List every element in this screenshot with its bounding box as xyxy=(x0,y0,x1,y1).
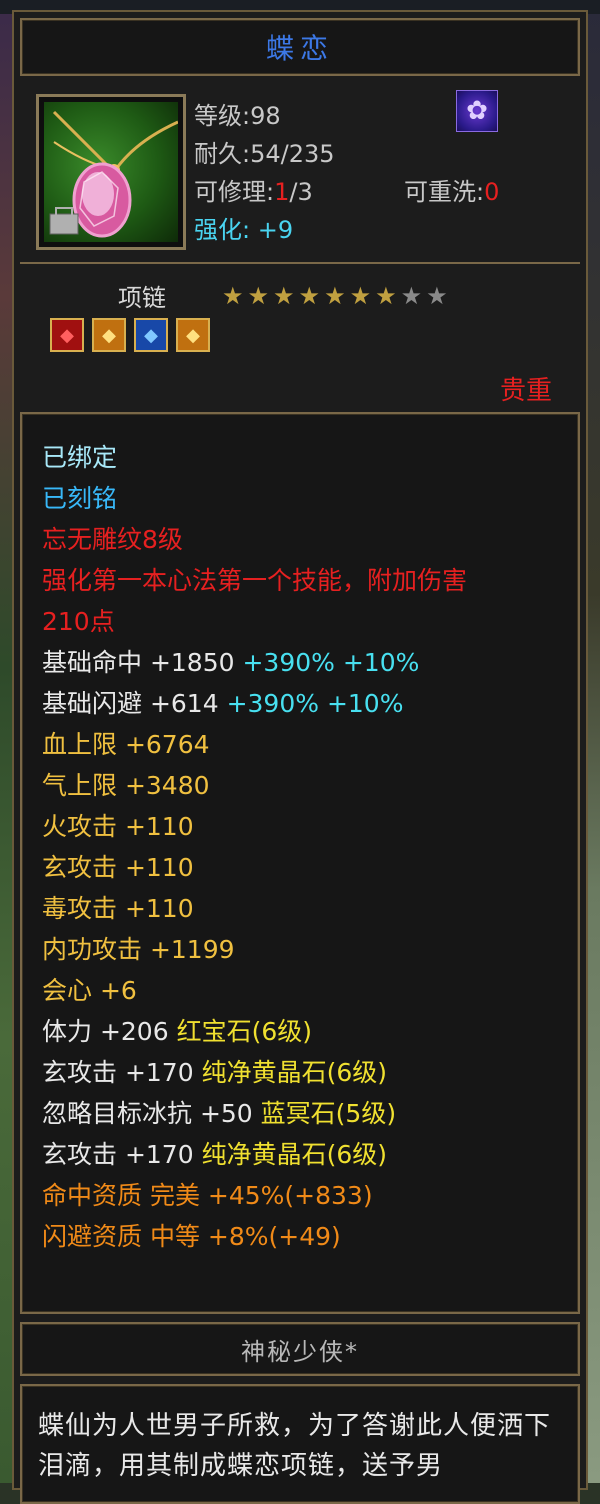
skill-bonus-line-2: 210点 xyxy=(42,607,115,636)
item-repair: 可修理:1/3 xyxy=(194,172,313,207)
gem-stat-3-name: 蓝冥石(5级) xyxy=(260,1099,397,1128)
base-hit-bonus: +390% +10% xyxy=(242,648,420,677)
star-filled-icon: ★ xyxy=(247,282,270,310)
enhance-label: 强化: xyxy=(194,216,258,244)
repair-label: 可修理: xyxy=(194,178,275,206)
star-empty-icon: ★ xyxy=(426,282,448,310)
pattern-level: 忘无雕纹8级 xyxy=(42,525,183,554)
dodge-quality-value: +8%(+49) xyxy=(207,1222,341,1251)
gem-stat-2-name: 纯净黄晶石(6级) xyxy=(201,1058,387,1087)
item-durability: 耐久:54/235 xyxy=(194,140,335,168)
attributes-panel: 已绑定 已刻铭 忘无雕纹8级 强化第一本心法第一个技能，附加伤害 210点 基础… xyxy=(20,412,580,1314)
item-tooltip: 蝶恋 等级:98 耐久:54/235 可修理:1/3 可重洗:0 强化: +9 … xyxy=(12,10,588,1504)
hit-quality-value: +45%(+833) xyxy=(207,1181,373,1210)
base-dodge-bonus: +390% +10% xyxy=(226,689,404,718)
gem-stat-4: 玄攻击 +170 纯净黄晶石(6级) xyxy=(42,1135,387,1171)
gem-stat-4-value: 玄攻击 +170 xyxy=(42,1140,194,1169)
hit-quality-label: 命中资质 完美 xyxy=(42,1181,200,1210)
item-title-box: 蝶恋 xyxy=(20,18,580,76)
item-rewash: 可重洗:0 xyxy=(404,172,499,207)
rewash-value: 0 xyxy=(484,178,500,206)
butterfly-zodiac-icon: ✿ xyxy=(456,90,498,132)
base-hit-label: 基础命中 +1850 xyxy=(42,648,235,677)
base-hit: 基础命中 +1850 +390% +10% xyxy=(42,643,419,679)
hit-quality: 命中资质 完美 +45%(+833) xyxy=(42,1176,373,1212)
gem-stat-2: 玄攻击 +170 纯净黄晶石(6级) xyxy=(42,1053,387,1089)
description-box: 蝶仙为人世男子所救，为了答谢此人便洒下泪滴，用其制成蝶恋项链，送予男 xyxy=(20,1384,580,1504)
star-filled-icon: ★ xyxy=(273,282,295,310)
poison-attack: 毒攻击 +110 xyxy=(42,894,194,923)
author-box: 神秘少侠* xyxy=(20,1322,580,1376)
rewash-label: 可重洗: xyxy=(404,178,485,206)
item-author: 神秘少侠* xyxy=(241,1337,359,1366)
yellow-gem-icon: ◆ xyxy=(92,318,126,352)
item-type: 项链 xyxy=(118,284,166,312)
gem-stat-2-value: 玄攻击 +170 xyxy=(42,1058,194,1087)
divider xyxy=(20,262,580,264)
gem-stat-1-value: 体力 +206 xyxy=(42,1017,169,1046)
item-icon-frame xyxy=(36,94,186,250)
dodge-quality-label: 闪避资质 中等 xyxy=(42,1222,200,1251)
hp-max: 血上限 +6764 xyxy=(42,730,210,759)
skill-bonus-line-1: 强化第一本心法第一个技能，附加伤害 xyxy=(42,566,468,595)
mystic-attack: 玄攻击 +110 xyxy=(42,853,194,882)
star-empty-icon: ★ xyxy=(400,282,423,310)
item-level: 等级:98 xyxy=(194,102,281,130)
red-gem-icon: ◆ xyxy=(50,318,84,352)
repair-total: /3 xyxy=(289,178,313,206)
base-dodge: 基础闪避 +614 +390% +10% xyxy=(42,684,403,720)
dodge-quality: 闪避资质 中等 +8%(+49) xyxy=(42,1217,341,1253)
item-rarity: 贵重 xyxy=(499,376,552,406)
blue-gem-icon: ◆ xyxy=(134,318,168,352)
critical: 会心 +6 xyxy=(42,976,137,1005)
bound-status: 已绑定 xyxy=(42,443,118,472)
gem-stat-4-name: 纯净黄晶石(6级) xyxy=(201,1140,387,1169)
item-description: 蝶仙为人世男子所救，为了答谢此人便洒下泪滴，用其制成蝶恋项链，送予男 xyxy=(38,1411,552,1481)
engraved-status: 已刻铭 xyxy=(42,484,118,513)
star-filled-icon: ★ xyxy=(324,282,346,310)
base-dodge-label: 基础闪避 +614 xyxy=(42,689,219,718)
item-enhance: 强化: +9 xyxy=(194,210,293,245)
mp-max: 气上限 +3480 xyxy=(42,771,210,800)
yellow-gem-icon: ◆ xyxy=(176,318,210,352)
gem-stat-3: 忽略目标冰抗 +50 蓝冥石(5级) xyxy=(42,1094,396,1130)
repair-current: 1 xyxy=(274,178,290,206)
gem-stat-3-value: 忽略目标冰抗 +50 xyxy=(42,1099,253,1128)
star-filled-icon: ★ xyxy=(298,282,321,310)
gem-stat-1: 体力 +206 红宝石(6级) xyxy=(42,1012,312,1048)
enhance-value: +9 xyxy=(257,216,294,244)
item-name: 蝶恋 xyxy=(265,32,334,65)
star-filled-icon: ★ xyxy=(222,282,244,310)
star-filled-icon: ★ xyxy=(349,282,372,310)
fire-attack: 火攻击 +110 xyxy=(42,812,194,841)
necklace-icon xyxy=(44,102,178,242)
star-rating: ★ ★ ★ ★ ★ ★ ★ ★ ★ xyxy=(222,284,448,308)
inner-attack: 内功攻击 +1199 xyxy=(42,935,235,964)
gem-stat-1-name: 红宝石(6级) xyxy=(176,1017,312,1046)
gem-slots: ◆ ◆ ◆ ◆ xyxy=(50,318,210,352)
star-filled-icon: ★ xyxy=(375,282,397,310)
